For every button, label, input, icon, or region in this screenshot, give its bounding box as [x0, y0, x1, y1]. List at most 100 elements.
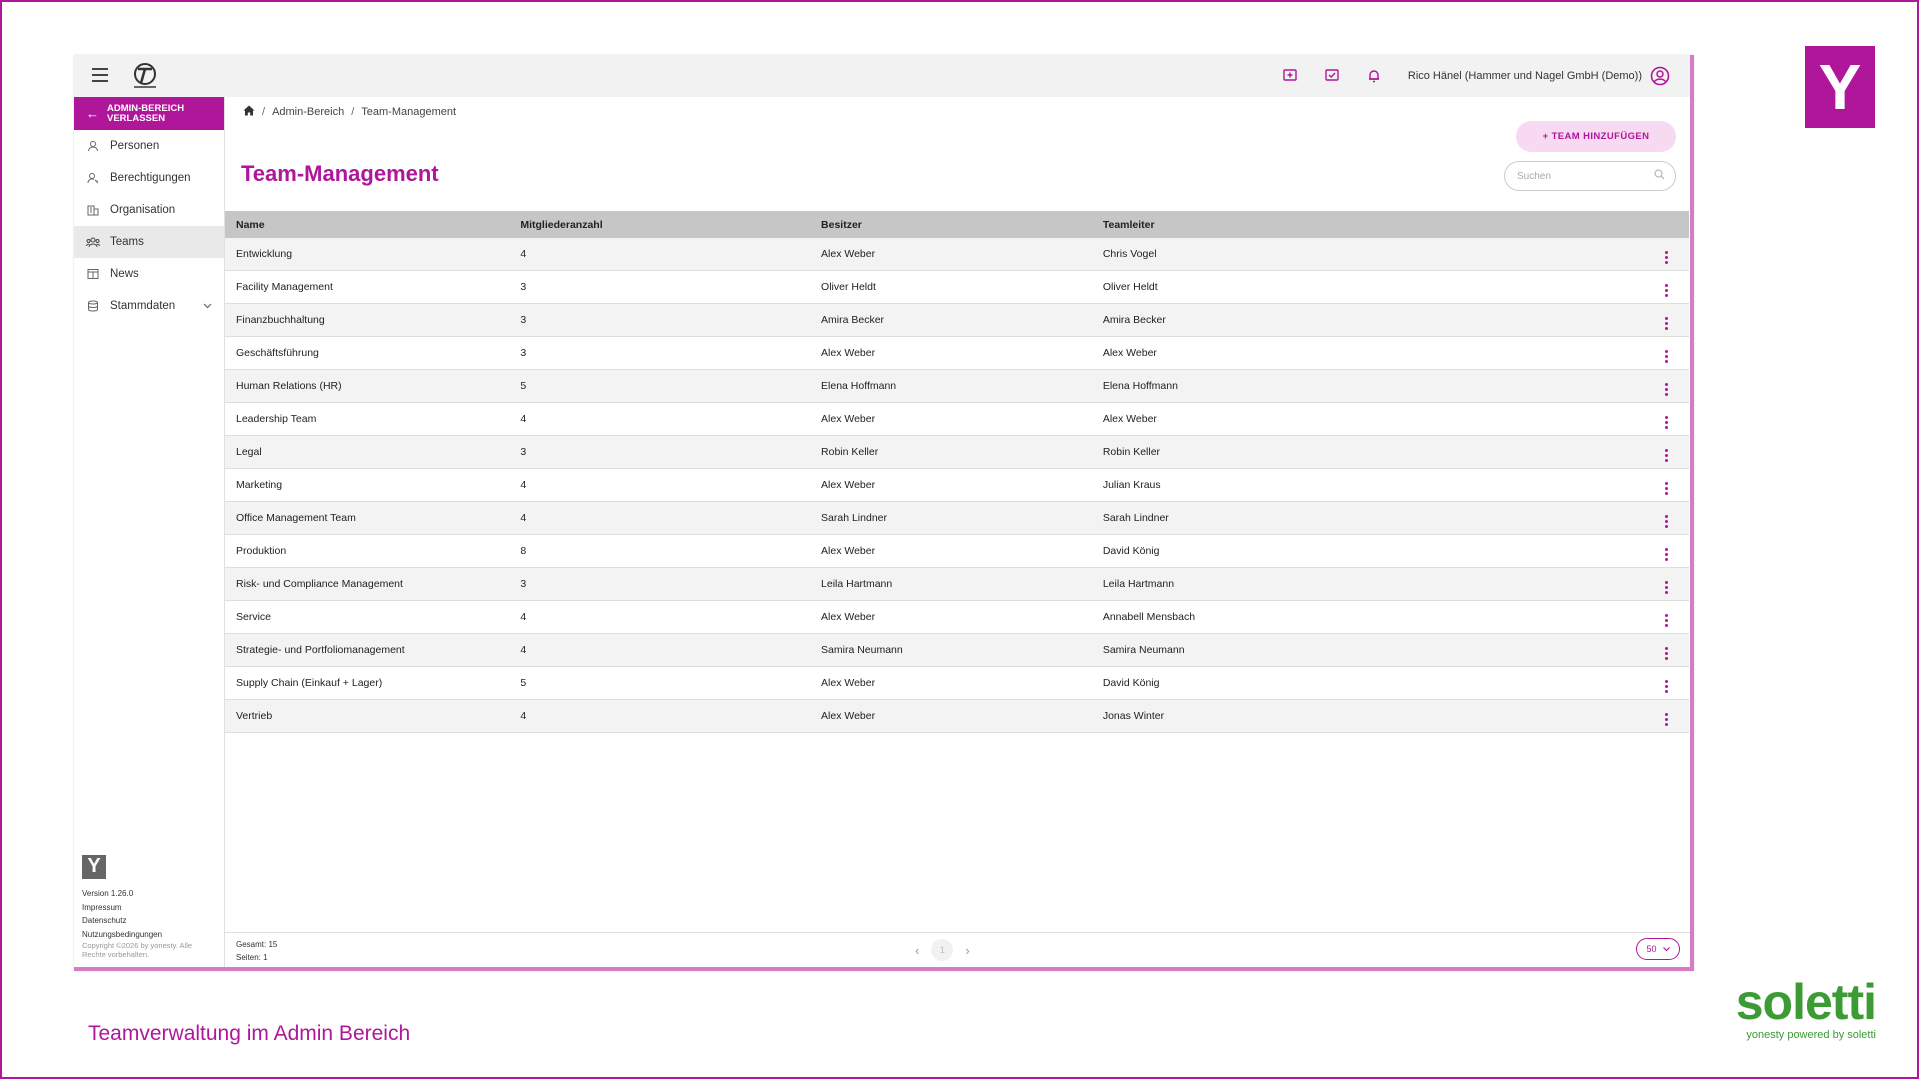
table-header-row: Name Mitgliederanzahl Besitzer Teamleite…	[225, 211, 1689, 238]
arrow-left-icon: ←	[86, 105, 99, 121]
page-size-value: 50	[1646, 944, 1657, 954]
version-text: Version 1.26.0	[82, 889, 134, 898]
more-vertical-icon[interactable]	[1665, 283, 1669, 297]
table-row[interactable]: Geschäftsführung 3 Alex Weber Alex Weber	[225, 336, 1689, 370]
breadcrumb-separator: /	[351, 106, 355, 118]
column-header-name[interactable]: Name	[225, 211, 510, 238]
table-row[interactable]: Vertrieb 4 Alex Weber Jonas Winter	[225, 699, 1689, 733]
table-row[interactable]: Leadership Team 4 Alex Weber Alex Weber	[225, 402, 1689, 436]
more-vertical-icon[interactable]	[1665, 547, 1669, 561]
user-name[interactable]: Rico Hänel (Hammer und Nagel GmbH (Demo)…	[1408, 70, 1642, 82]
table-row[interactable]: Facility Management 3 Oliver Heldt Oliver H…	[225, 270, 1689, 304]
table-row[interactable]: Strategie- und Portfoliomanagement 4 Samir…	[225, 633, 1689, 667]
cell-owner: Samira Neumann	[810, 633, 1092, 667]
chevron-left-icon[interactable]: ‹	[915, 943, 919, 958]
more-vertical-icon[interactable]	[1665, 646, 1669, 660]
table-row[interactable]: Human Relations (HR) 5 Elena Hoffmann Elena…	[225, 369, 1689, 403]
table-row[interactable]: Legal 3 Robin Keller Robin Keller	[225, 435, 1689, 469]
sidebar-item-label: Berechtigungen	[110, 172, 191, 184]
row-actions	[1553, 534, 1689, 568]
cell-name: Service	[225, 600, 510, 634]
sidebar-item-label: Teams	[110, 236, 144, 248]
cell-lead: Leila Hartmann	[1091, 567, 1553, 601]
cell-owner: Alex Weber	[810, 699, 1092, 733]
more-vertical-icon[interactable]	[1665, 415, 1669, 429]
more-vertical-icon[interactable]	[1665, 514, 1669, 528]
row-actions	[1553, 699, 1689, 733]
more-vertical-icon[interactable]	[1665, 481, 1669, 495]
row-actions	[1553, 600, 1689, 634]
cell-owner: Oliver Heldt	[810, 270, 1092, 304]
sidebar-item-berechtigungen[interactable]: Berechtigungen	[74, 162, 224, 194]
sidebar-item-label: News	[110, 268, 139, 280]
row-actions	[1553, 336, 1689, 370]
exit-admin-button[interactable]: ← ADMIN-BEREICH VERLASSEN	[74, 97, 224, 130]
cell-lead: Samira Neumann	[1091, 633, 1553, 667]
table-row[interactable]: Produktion 8 Alex Weber David König	[225, 534, 1689, 568]
table-row[interactable]: Finanzbuchhaltung 3 Amira Becker Amira Beck…	[225, 303, 1689, 337]
chevron-down-icon[interactable]	[203, 300, 212, 312]
cell-members: 4	[509, 699, 811, 733]
menu-icon[interactable]	[92, 68, 108, 82]
sidebar-item-organisation[interactable]: Organisation	[74, 194, 224, 226]
more-vertical-icon[interactable]	[1665, 382, 1669, 396]
bell-icon[interactable]	[1362, 64, 1386, 88]
cell-name: Risk- und Compliance Management	[225, 567, 510, 601]
more-vertical-icon[interactable]	[1665, 580, 1669, 594]
message-check-icon[interactable]	[1320, 64, 1344, 88]
cell-owner: Alex Weber	[810, 666, 1092, 700]
more-vertical-icon[interactable]	[1665, 613, 1669, 627]
yonesty-brand-logo: Y	[1805, 46, 1875, 128]
more-vertical-icon[interactable]	[1665, 679, 1669, 693]
cell-owner: Alex Weber	[810, 468, 1092, 502]
page-size-select[interactable]: 50	[1636, 938, 1680, 960]
sidebar-item-label: Personen	[110, 140, 160, 152]
home-icon[interactable]	[243, 105, 255, 119]
feedback-icon[interactable]	[1278, 64, 1302, 88]
copyright-text: Copyright ©2026 by yonesty. Alle Rechte …	[82, 941, 217, 959]
more-vertical-icon[interactable]	[1665, 712, 1669, 726]
sidebar-item-news[interactable]: News	[74, 258, 224, 290]
row-actions	[1553, 468, 1689, 502]
cell-lead: Jonas Winter	[1091, 699, 1553, 733]
user-circle-icon[interactable]	[1650, 66, 1670, 86]
search-icon[interactable]	[1654, 167, 1665, 185]
cell-members: 4	[509, 402, 811, 436]
more-vertical-icon[interactable]	[1665, 448, 1669, 462]
table-row[interactable]: Risk- und Compliance Management 3 Leila Ha…	[225, 567, 1689, 601]
more-vertical-icon[interactable]	[1665, 349, 1669, 363]
cell-members: 3	[509, 303, 811, 337]
cell-members: 4	[509, 600, 811, 634]
sidebar-item-teams[interactable]: Teams	[74, 226, 224, 258]
page-number[interactable]: 1	[931, 939, 954, 961]
sidebar-item-stammdaten[interactable]: Stammdaten	[74, 290, 224, 322]
table-summary: Gesamt: 15 Seiten: 1	[236, 938, 277, 964]
top-bar: Rico Hänel (Hammer und Nagel GmbH (Demo)…	[74, 55, 1690, 97]
column-header-members[interactable]: Mitgliederanzahl	[509, 211, 811, 238]
table-row[interactable]: Marketing 4 Alex Weber Julian Kraus	[225, 468, 1689, 502]
column-header-lead[interactable]: Teamleiter	[1091, 211, 1553, 238]
search-box	[1504, 161, 1676, 191]
cell-members: 4	[509, 238, 811, 271]
soletti-logo: soletti yonesty powered by soletti	[1728, 977, 1877, 1041]
column-header-owner[interactable]: Besitzer	[810, 211, 1092, 238]
newspaper-icon	[86, 267, 100, 281]
impressum-link[interactable]: Impressum	[82, 901, 217, 915]
cell-name: Facility Management	[225, 270, 510, 304]
breadcrumb-admin[interactable]: Admin-Bereich	[272, 106, 344, 118]
add-team-button[interactable]: + TEAM HINZUFÜGEN	[1516, 121, 1676, 152]
datenschutz-link[interactable]: Datenschutz	[82, 914, 217, 928]
more-vertical-icon[interactable]	[1665, 316, 1669, 330]
table-row[interactable]: Entwicklung 4 Alex Weber Chris Vogel	[225, 238, 1689, 271]
cell-lead: Alex Weber	[1091, 402, 1553, 436]
row-actions	[1553, 501, 1689, 535]
more-vertical-icon[interactable]	[1665, 250, 1669, 264]
nutzungsbedingungen-link[interactable]: Nutzungsbedingungen	[82, 928, 217, 942]
page-count: Seiten: 1	[236, 953, 268, 962]
table-row[interactable]: Service 4 Alex Weber Annabell Mensbach	[225, 600, 1689, 634]
table-row[interactable]: Office Management Team 4 Sarah Lindner Sara…	[225, 501, 1689, 535]
table-row[interactable]: Supply Chain (Einkauf + Lager) 5 Alex Webe…	[225, 666, 1689, 700]
sidebar-item-personen[interactable]: Personen	[74, 130, 224, 162]
chevron-right-icon[interactable]: ›	[965, 943, 969, 958]
search-input[interactable]	[1515, 169, 1649, 183]
